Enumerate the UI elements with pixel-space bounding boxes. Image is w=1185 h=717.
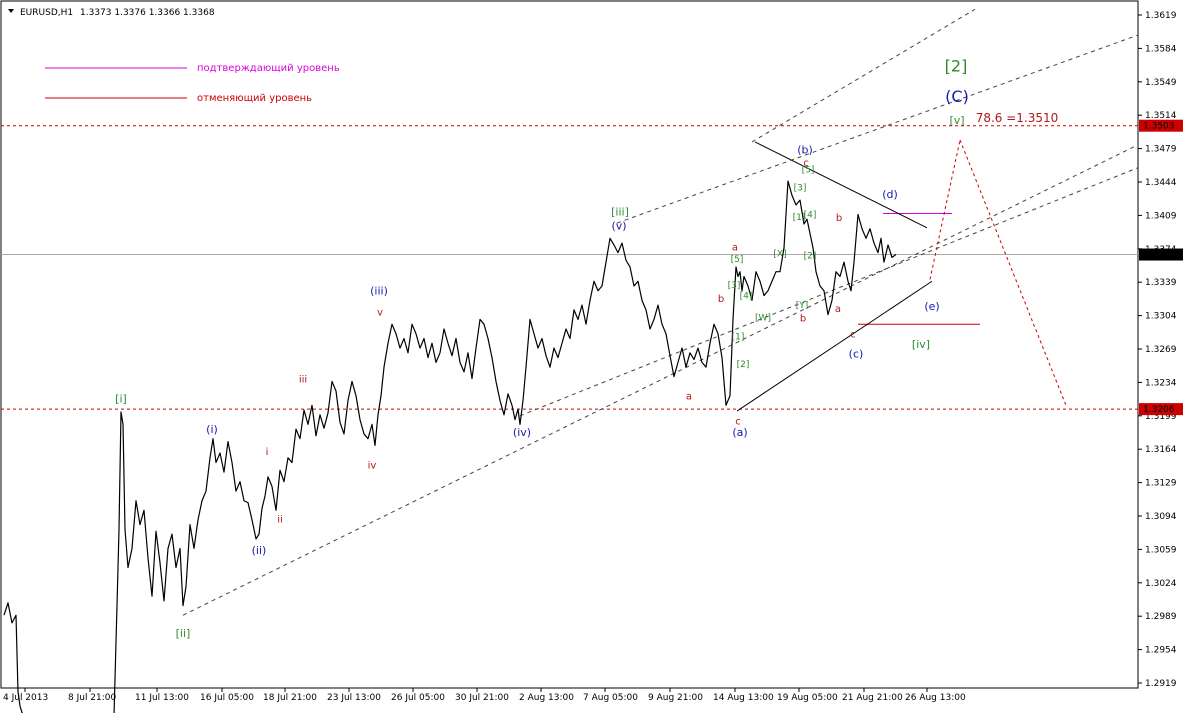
- time-tick-label: 16 Jul 05:00: [200, 693, 254, 703]
- wave-label: [W]: [755, 313, 771, 323]
- level-tag-label: 1.3206: [1143, 405, 1175, 415]
- wave-label: 78.6 =1.3510: [976, 111, 1059, 125]
- price-tick-label: 1.3549: [1145, 78, 1177, 88]
- price-tick-label: 1.3234: [1145, 378, 1177, 388]
- level-tag-label: 1.3368: [1143, 251, 1175, 261]
- wave-label: (b): [797, 143, 813, 156]
- price-tick-label: 1.3339: [1145, 278, 1177, 288]
- wave-label: c: [850, 330, 856, 341]
- chart-header: EURUSD,H1 1.3373 1.3376 1.3366 1.3368: [8, 8, 215, 18]
- wave-label: [4]: [804, 210, 817, 220]
- wave-label: i: [266, 447, 269, 458]
- legend-label-confirming: подтверждающий уровень: [197, 63, 340, 74]
- wave-label: (e): [924, 300, 939, 313]
- wave-label: a: [686, 392, 692, 403]
- chart-background: [0, 0, 1185, 713]
- price-tick-label: 1.2989: [1145, 612, 1177, 622]
- wave-label: iv: [368, 460, 377, 471]
- time-tick-label: 9 Aug 21:00: [648, 693, 703, 703]
- time-tick-label: 26 Aug 13:00: [905, 693, 966, 703]
- wave-label: (iii): [370, 285, 388, 298]
- wave-label: (a): [732, 426, 747, 439]
- time-tick-label: 4 Jul 2013: [3, 693, 48, 703]
- wave-label: [i]: [115, 392, 127, 405]
- wave-label: [iv]: [912, 338, 930, 351]
- price-tick-label: 1.2919: [1145, 679, 1177, 689]
- wave-label: b: [718, 294, 724, 305]
- wave-label: (iv): [513, 426, 531, 439]
- wave-label: [3]: [794, 184, 807, 194]
- price-tick-label: 1.3164: [1145, 445, 1177, 455]
- price-tick-label: 1.3304: [1145, 312, 1177, 322]
- wave-label: (i): [206, 423, 218, 436]
- ohlc-label: 1.3373 1.3376 1.3366 1.3368: [80, 8, 215, 18]
- wave-label: a: [732, 243, 738, 254]
- price-tick-label: 1.3409: [1145, 211, 1177, 221]
- time-tick-label: 14 Aug 13:00: [713, 693, 774, 703]
- time-tick-label: 18 Jul 21:00: [263, 693, 317, 703]
- price-tick-label: 1.3479: [1145, 145, 1177, 155]
- price-tick-label: 1.3129: [1145, 479, 1177, 489]
- wave-label: c: [735, 416, 741, 427]
- wave-label: iii: [299, 374, 307, 385]
- time-tick-label: 11 Jul 13:00: [135, 693, 189, 703]
- time-tick-label: 8 Jul 21:00: [68, 693, 117, 703]
- wave-label: [2]: [945, 56, 968, 75]
- price-tick-label: 1.3094: [1145, 512, 1177, 522]
- wave-label: [1]: [732, 332, 745, 342]
- price-tick-label: 1.3269: [1145, 345, 1177, 355]
- price-tick-label: 1.3619: [1145, 11, 1177, 21]
- wave-label: [4]: [740, 291, 753, 301]
- wave-label: [X]: [773, 249, 786, 259]
- wave-label: [2]: [804, 251, 817, 261]
- time-tick-label: 2 Aug 13:00: [519, 693, 574, 703]
- time-tick-label: 21 Aug 21:00: [842, 693, 903, 703]
- chart-window: [i] [ii] [iii] [iv] [v] [2] (C) (i) (ii) (iii) (iv…: [0, 0, 1185, 717]
- wave-label: (v): [611, 220, 626, 233]
- level-tag-label: 1.3503: [1143, 122, 1175, 132]
- wave-label: (ii): [252, 544, 267, 557]
- legend-label-cancelling: отменяющий уровень: [197, 93, 312, 104]
- wave-label: [Y]: [796, 301, 809, 311]
- price-tick-label: 1.3059: [1145, 545, 1177, 555]
- wave-label: (C): [945, 87, 969, 106]
- symbol-label: EURUSD,H1: [20, 8, 73, 18]
- price-tick-label: 1.3584: [1145, 44, 1177, 54]
- price-tick-label: 1.2954: [1145, 646, 1177, 656]
- wave-label: (c): [849, 348, 864, 361]
- wave-label: b: [800, 313, 806, 324]
- time-tick-label: 26 Jul 05:00: [391, 693, 445, 703]
- wave-label: [iii]: [611, 205, 629, 218]
- price-tick-label: 1.3024: [1145, 579, 1177, 589]
- wave-label: [5]: [731, 255, 744, 265]
- wave-label: [2]: [737, 360, 750, 370]
- wave-label: b: [836, 213, 842, 224]
- wave-label: [v]: [949, 114, 964, 127]
- wave-label: [5]: [802, 165, 815, 175]
- wave-label: [3]: [728, 281, 741, 291]
- time-tick-label: 19 Aug 05:00: [777, 693, 838, 703]
- wave-label: v: [377, 308, 383, 319]
- time-tick-label: 7 Aug 05:00: [583, 693, 638, 703]
- price-chart[interactable]: [i] [ii] [iii] [iv] [v] [2] (C) (i) (ii) (iii) (iv…: [0, 0, 1185, 717]
- wave-label: a: [835, 304, 841, 315]
- price-tick-label: 1.3444: [1145, 178, 1177, 188]
- time-tick-label: 30 Jul 21:00: [455, 693, 509, 703]
- wave-label: ii: [277, 515, 283, 526]
- wave-label: [ii]: [176, 627, 191, 640]
- wave-label: (d): [882, 188, 898, 201]
- time-tick-label: 23 Jul 13:00: [327, 693, 381, 703]
